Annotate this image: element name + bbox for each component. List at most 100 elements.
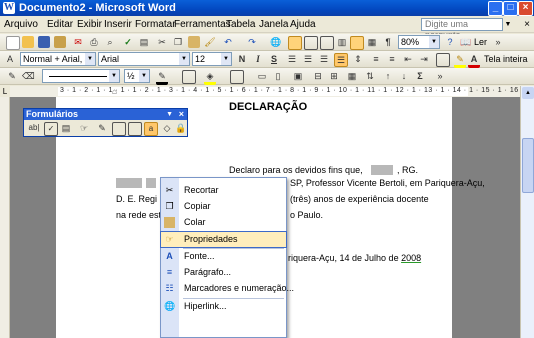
shading-color-icon[interactable]: ◈ bbox=[204, 70, 216, 85]
underline-button[interactable]: S bbox=[268, 53, 280, 65]
maximize-button[interactable]: □ bbox=[503, 1, 518, 16]
field-shading-icon[interactable]: a bbox=[144, 122, 158, 136]
open-icon[interactable] bbox=[22, 36, 34, 48]
line-style-select[interactable]: ▼ bbox=[42, 69, 120, 83]
ask-dropdown-icon[interactable]: ▼ bbox=[503, 18, 513, 31]
close-toolbar-icon[interactable]: × bbox=[179, 109, 184, 120]
save-icon[interactable] bbox=[38, 36, 50, 48]
zoom-select[interactable]: 80% ▼ bbox=[398, 35, 440, 49]
help-icon[interactable]: ? bbox=[444, 36, 456, 48]
vertical-scrollbar[interactable]: ▲ bbox=[520, 86, 534, 338]
new-document-icon[interactable] bbox=[6, 36, 20, 50]
word-app-icon[interactable]: W bbox=[3, 2, 15, 14]
tables-borders-icon[interactable] bbox=[288, 36, 302, 50]
eraser-icon[interactable]: ⌫ bbox=[22, 70, 35, 82]
text-direction-icon[interactable]: ⇅ bbox=[364, 70, 376, 82]
insert-table-icon[interactable] bbox=[304, 36, 318, 50]
toolbar-options-icon[interactable]: » bbox=[434, 70, 446, 82]
insert-frame-icon[interactable] bbox=[128, 122, 142, 136]
vertical-ruler[interactable] bbox=[0, 97, 10, 338]
menu-item-paragraph[interactable]: ≡ Parágrafo... bbox=[161, 265, 286, 280]
insert-excel-icon[interactable] bbox=[320, 36, 334, 50]
close-window-button[interactable]: × bbox=[518, 1, 533, 16]
paste-icon[interactable] bbox=[188, 36, 200, 48]
drawing-icon[interactable] bbox=[350, 36, 364, 50]
border-color-icon[interactable]: ✎ bbox=[156, 70, 168, 85]
scroll-thumb[interactable] bbox=[522, 138, 534, 193]
reset-fields-icon[interactable]: ◇ bbox=[161, 122, 173, 134]
menu-item-paste[interactable]: Colar bbox=[161, 215, 286, 230]
redo-icon[interactable]: ↷ bbox=[246, 36, 258, 48]
copy-icon[interactable]: ❐ bbox=[172, 36, 184, 48]
insert-table-icon[interactable] bbox=[230, 70, 244, 84]
menu-ajuda[interactable]: Ajuda bbox=[290, 18, 316, 31]
autosum-icon[interactable]: Σ bbox=[414, 70, 426, 82]
align-center-icon[interactable]: ☰ bbox=[302, 53, 314, 65]
styles-formatting-icon[interactable]: A bbox=[4, 53, 16, 65]
tab-selector[interactable]: L bbox=[0, 86, 10, 97]
context-menu[interactable]: ✂ Recortar ❐ Copiar Colar ☞ Propriedades… bbox=[160, 177, 294, 338]
merge-cells-icon[interactable]: ▭ bbox=[256, 70, 268, 82]
decrease-indent-icon[interactable]: ⇤ bbox=[402, 53, 414, 65]
toolbar-options-dropdown-icon[interactable]: ▼ bbox=[166, 109, 173, 120]
ask-question-input[interactable]: Digite uma pergunta bbox=[421, 18, 503, 40]
highlight-icon[interactable]: ✎ bbox=[454, 53, 466, 68]
font-select[interactable]: Arial ▼ bbox=[98, 52, 190, 66]
text-field-icon[interactable]: ab| bbox=[26, 122, 42, 134]
protect-form-icon[interactable]: 🔒 bbox=[175, 122, 187, 134]
fullscreen-button[interactable]: Tela inteira bbox=[484, 53, 528, 65]
italic-button[interactable]: I bbox=[252, 53, 264, 65]
permission-icon[interactable] bbox=[54, 36, 66, 48]
font-size-select[interactable]: 12 ▼ bbox=[192, 52, 232, 66]
cut-icon[interactable]: ✂ bbox=[156, 36, 168, 48]
increase-indent-icon[interactable]: ⇥ bbox=[418, 53, 430, 65]
line-weight-select[interactable]: ½ ▼ bbox=[124, 69, 150, 83]
menu-item-font[interactable]: A Fonte... bbox=[161, 249, 286, 264]
insert-table-icon[interactable] bbox=[112, 122, 126, 136]
email-icon[interactable]: ✉ bbox=[72, 36, 84, 48]
bold-button[interactable]: N bbox=[236, 53, 248, 65]
font-color-icon[interactable]: A bbox=[468, 53, 480, 68]
research-icon[interactable]: ▤ bbox=[138, 36, 150, 48]
sort-descending-icon[interactable]: ↓ bbox=[398, 70, 410, 82]
menu-ferramentas[interactable]: Ferramentas bbox=[174, 18, 231, 31]
draw-table-icon[interactable]: ✎ bbox=[6, 70, 18, 82]
distribute-columns-icon[interactable]: ⊞ bbox=[328, 70, 340, 82]
bullets-icon[interactable]: ≡ bbox=[386, 53, 398, 65]
menu-arquivo[interactable]: Arquivo bbox=[4, 18, 38, 31]
forms-toolbar[interactable]: Formulários ▼ × ab| ✓ ▤ ☞ ✎ a ◇ 🔒 bbox=[23, 108, 188, 137]
menu-inserir[interactable]: Inserir bbox=[104, 18, 132, 31]
close-document-button[interactable]: × bbox=[522, 18, 532, 31]
hyperlink-icon[interactable]: 🌐 bbox=[270, 36, 282, 48]
dropdown-field-icon[interactable]: ▤ bbox=[60, 122, 72, 134]
toolbar-options-icon[interactable]: » bbox=[492, 36, 504, 48]
menu-editar[interactable]: Editar bbox=[47, 18, 73, 31]
title-bar[interactable]: W Documento2 - Microsoft Word _ □ × bbox=[0, 0, 534, 16]
scroll-up-icon[interactable]: ▲ bbox=[522, 87, 534, 99]
distribute-rows-icon[interactable]: ⊟ bbox=[312, 70, 324, 82]
print-preview-icon[interactable]: ⌕ bbox=[104, 36, 116, 48]
menu-item-properties[interactable]: ☞ Propriedades bbox=[160, 231, 287, 248]
columns-icon[interactable]: ▥ bbox=[336, 36, 348, 48]
undo-icon[interactable]: ↶ bbox=[222, 36, 234, 48]
menu-item-cut[interactable]: ✂ Recortar bbox=[161, 183, 286, 198]
minimize-button[interactable]: _ bbox=[488, 1, 503, 16]
checkbox-icon[interactable]: ✓ bbox=[44, 122, 58, 136]
borders-icon[interactable] bbox=[436, 53, 450, 67]
menu-exibir[interactable]: Exibir bbox=[77, 18, 102, 31]
spelling-icon[interactable]: ✓ bbox=[122, 36, 134, 48]
menu-item-hyperlink[interactable]: 🌐 Hiperlink... bbox=[161, 299, 286, 314]
print-icon[interactable]: ⎙ bbox=[88, 36, 100, 48]
sort-ascending-icon[interactable]: ↑ bbox=[382, 70, 394, 82]
style-select[interactable]: Normal + Arial, Justi ▼ bbox=[20, 52, 96, 66]
read-mode-button[interactable]: Ler bbox=[474, 36, 487, 48]
autoformat-icon[interactable]: ▦ bbox=[346, 70, 358, 82]
draw-table-icon[interactable]: ✎ bbox=[96, 122, 108, 134]
split-cells-icon[interactable]: ▯ bbox=[272, 70, 284, 82]
document-map-icon[interactable]: ▦ bbox=[366, 36, 378, 48]
align-right-icon[interactable]: ☰ bbox=[318, 53, 330, 65]
align-left-icon[interactable]: ☰ bbox=[286, 53, 298, 65]
forms-toolbar-title[interactable]: Formulários ▼ × bbox=[24, 109, 187, 120]
justify-icon[interactable]: ☰ bbox=[334, 53, 348, 67]
menu-item-copy[interactable]: ❐ Copiar bbox=[161, 199, 286, 214]
